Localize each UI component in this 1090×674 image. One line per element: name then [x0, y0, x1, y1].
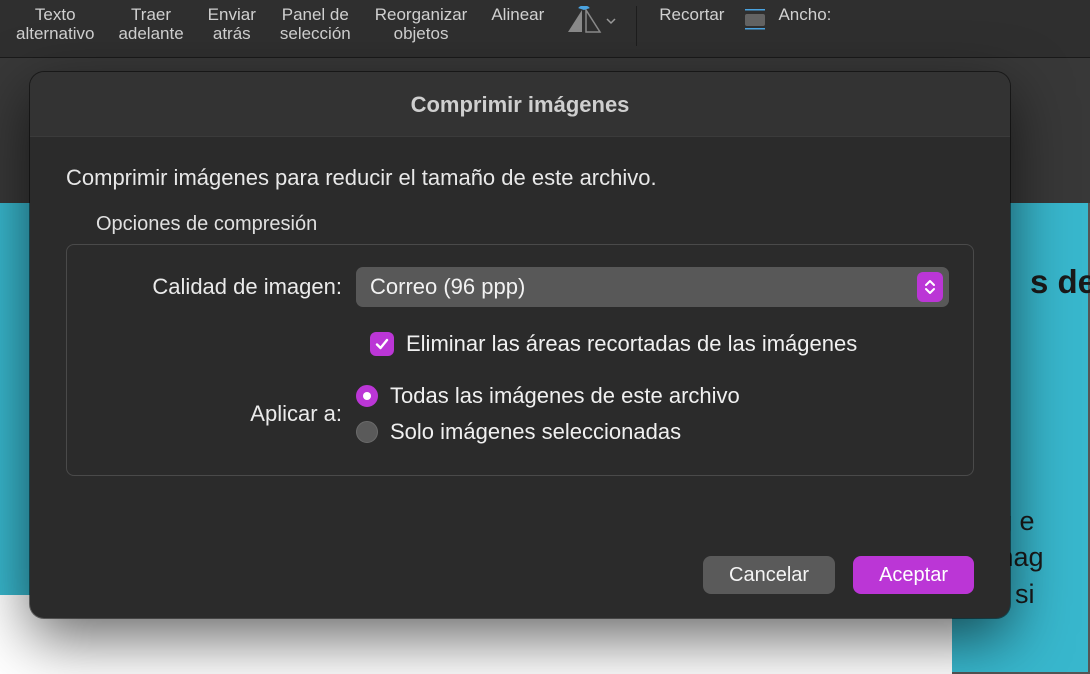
- cancel-button[interactable]: Cancelar: [703, 556, 835, 594]
- dialog-buttons: Cancelar Aceptar: [30, 556, 1010, 618]
- dialog-description: Comprimir imágenes para reducir el tamañ…: [66, 165, 974, 191]
- label: Texto: [16, 6, 94, 25]
- align-button[interactable]: Alinear: [479, 6, 556, 25]
- image-quality-row: Calidad de imagen: Correo (96 ppp): [91, 267, 949, 307]
- selection-pane-button[interactable]: Panel de selección: [268, 6, 363, 43]
- check-icon: [374, 336, 390, 352]
- label: selección: [280, 25, 351, 44]
- radio-selected-images[interactable]: [356, 421, 378, 443]
- stepper-icon: [917, 272, 943, 302]
- dialog-body: Comprimir imágenes para reducir el tamañ…: [30, 137, 1010, 556]
- radio-all-images[interactable]: [356, 385, 378, 407]
- label: Reorganizar: [375, 6, 468, 25]
- compress-images-dialog: Comprimir imágenes Comprimir imágenes pa…: [30, 72, 1010, 618]
- ribbon-toolbar: Texto alternativo Traer adelante Enviar …: [0, 0, 1090, 58]
- chevron-down-icon: [606, 16, 616, 26]
- label: Recortar: [659, 6, 724, 25]
- radio-all-images-row: Todas las imágenes de este archivo: [356, 383, 949, 409]
- label: alternativo: [16, 25, 94, 44]
- height-icon: [736, 6, 774, 32]
- compression-options-group: Calidad de imagen: Correo (96 ppp): [66, 244, 974, 476]
- send-backward-button[interactable]: Enviar atrás: [196, 6, 268, 43]
- radio-selected-images-row: Solo imágenes seleccionadas: [356, 419, 949, 445]
- compression-options-label: Opciones de compresión: [96, 213, 974, 236]
- select-value: Correo (96 ppp): [370, 274, 525, 300]
- alt-text-button[interactable]: Texto alternativo: [4, 6, 106, 43]
- dialog-title: Comprimir imágenes: [30, 72, 1010, 137]
- text: s de: [1030, 263, 1090, 301]
- slide-title-fragment: s de: [1030, 263, 1090, 301]
- apply-to-row: Aplicar a: Todas las imágenes de este ar…: [91, 383, 949, 445]
- delete-cropped-checkbox[interactable]: [370, 332, 394, 356]
- label: Alinear: [491, 6, 544, 25]
- apply-to-label: Aplicar a:: [91, 401, 356, 427]
- image-quality-label: Calidad de imagen:: [91, 274, 356, 300]
- label: Enviar: [208, 6, 256, 25]
- accept-button[interactable]: Aceptar: [853, 556, 974, 594]
- delete-cropped-label: Eliminar las áreas recortadas de las imá…: [406, 331, 857, 357]
- radio-selected-images-label: Solo imágenes seleccionadas: [390, 419, 681, 445]
- delete-cropped-areas-row: Eliminar las áreas recortadas de las imá…: [370, 331, 949, 357]
- apply-to-radio-group: Todas las imágenes de este archivo Solo …: [356, 383, 949, 445]
- bring-forward-button[interactable]: Traer adelante: [106, 6, 195, 43]
- image-quality-select[interactable]: Correo (96 ppp): [356, 267, 949, 307]
- label: atrás: [208, 25, 256, 44]
- label: Panel de: [280, 6, 351, 25]
- label: Ancho:: [778, 6, 831, 25]
- label: Traer: [118, 6, 183, 25]
- width-label: Ancho:: [774, 6, 843, 25]
- radio-all-images-label: Todas las imágenes de este archivo: [390, 383, 740, 409]
- crop-button[interactable]: Recortar: [647, 6, 736, 25]
- label: objetos: [375, 25, 468, 44]
- rotate-flip-button[interactable]: [556, 6, 626, 36]
- divider: [636, 6, 637, 46]
- reorganize-objects-button[interactable]: Reorganizar objetos: [363, 6, 480, 43]
- label: adelante: [118, 25, 183, 44]
